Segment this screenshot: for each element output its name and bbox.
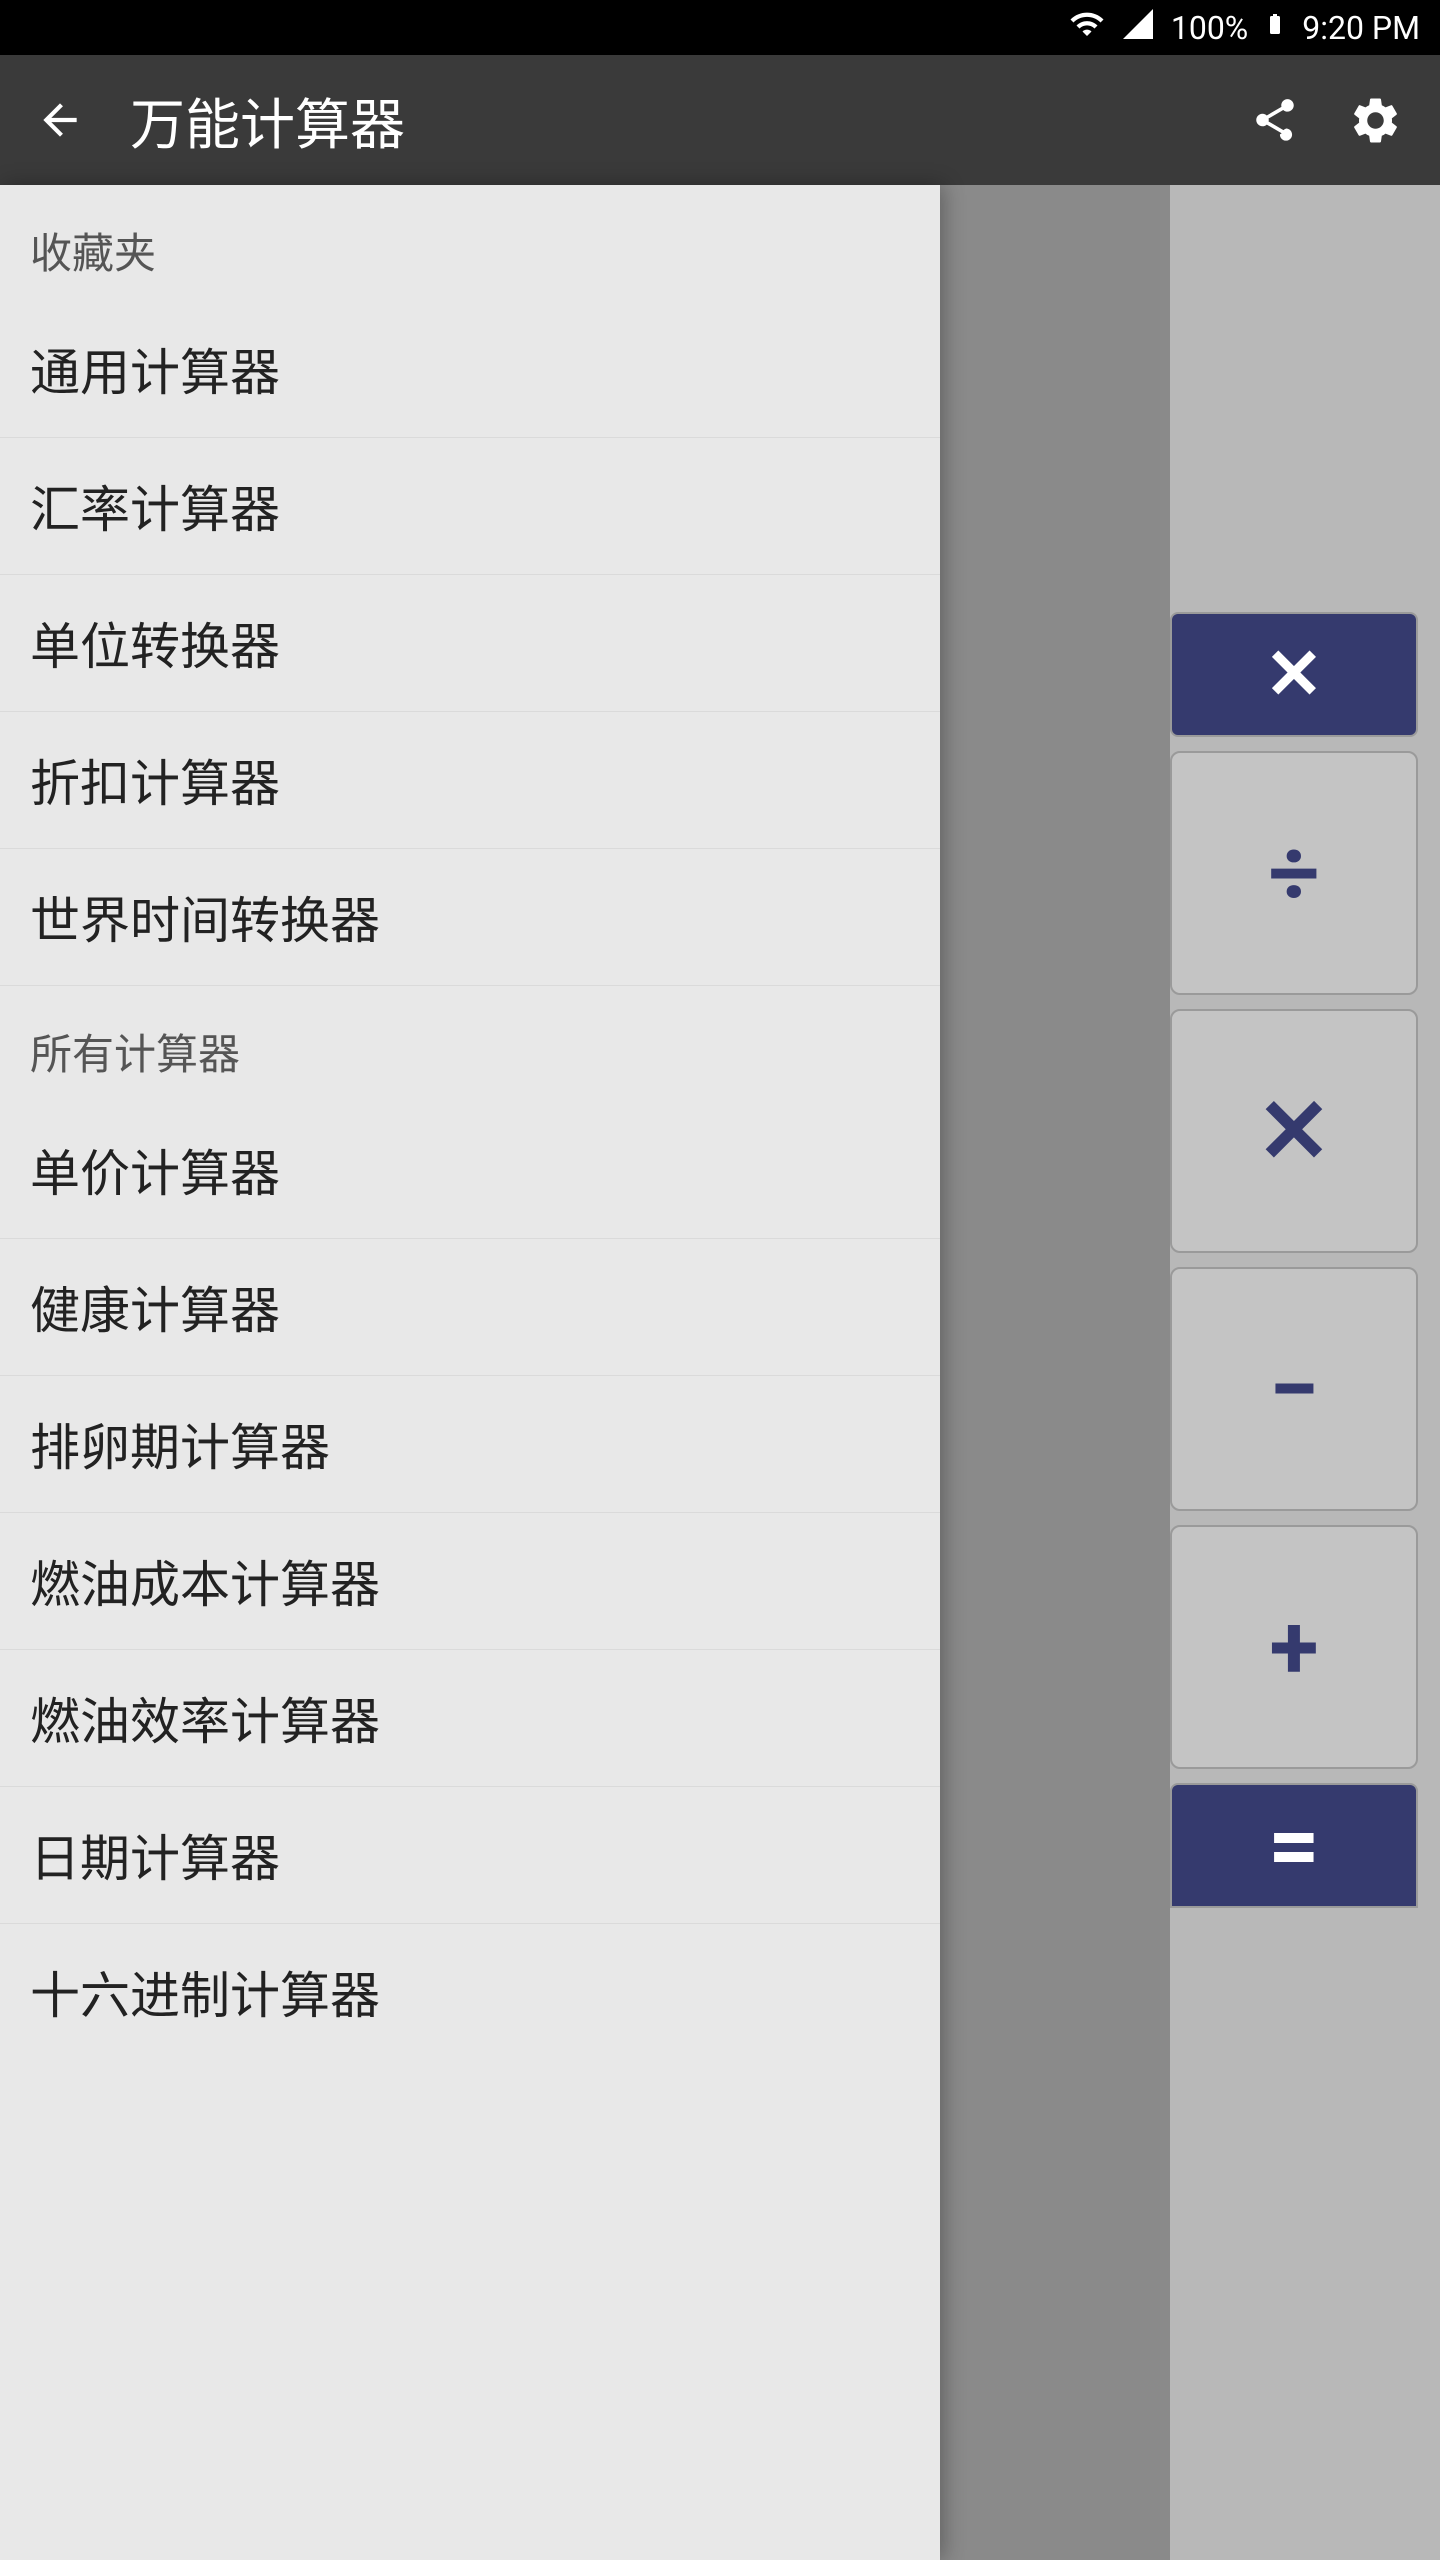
- drawer-item-discount-calc[interactable]: 折扣计算器: [0, 712, 940, 849]
- drawer-item-unit-converter[interactable]: 单位转换器: [0, 575, 940, 712]
- drawer-item-exchange-calc[interactable]: 汇率计算器: [0, 438, 940, 575]
- calc-multiply-button[interactable]: ✕: [1170, 1009, 1418, 1253]
- drawer-item-world-time[interactable]: 世界时间转换器: [0, 849, 940, 986]
- calc-clear-x-button[interactable]: ✕: [1170, 612, 1418, 737]
- drawer-item-ovulation-calc[interactable]: 排卵期计算器: [0, 1376, 940, 1513]
- share-button[interactable]: [1240, 85, 1310, 155]
- battery-icon: [1263, 6, 1287, 50]
- section-header-all: 所有计算器: [0, 986, 940, 1102]
- drawer-item-fuel-efficiency-calc[interactable]: 燃油效率计算器: [0, 1650, 940, 1787]
- drawer-item-health-calc[interactable]: 健康计算器: [0, 1239, 940, 1376]
- settings-button[interactable]: [1340, 85, 1410, 155]
- signal-icon: [1120, 6, 1156, 50]
- status-bar: 100% 9:20 PM: [0, 0, 1440, 55]
- drawer-item-general-calc[interactable]: 通用计算器: [0, 301, 940, 438]
- calc-divide-button[interactable]: ÷: [1170, 751, 1418, 995]
- wifi-icon: [1069, 6, 1105, 50]
- navigation-drawer: 收藏夹 通用计算器 汇率计算器 单位转换器 折扣计算器 世界时间转换器 所有计算…: [0, 185, 940, 2560]
- drawer-item-date-calc[interactable]: 日期计算器: [0, 1787, 940, 1924]
- calculator-background: ✕ ÷ ✕ − + =: [1170, 185, 1440, 2560]
- calc-equals-button[interactable]: =: [1170, 1783, 1418, 1908]
- app-title: 万能计算器: [130, 80, 1210, 160]
- calc-plus-button[interactable]: +: [1170, 1525, 1418, 1769]
- clock-time: 9:20 PM: [1302, 9, 1420, 47]
- back-button[interactable]: [30, 90, 90, 150]
- drawer-item-hex-calc[interactable]: 十六进制计算器: [0, 1924, 940, 2060]
- calc-minus-button[interactable]: −: [1170, 1267, 1418, 1511]
- battery-percent: 100%: [1171, 9, 1248, 47]
- drawer-item-fuel-cost-calc[interactable]: 燃油成本计算器: [0, 1513, 940, 1650]
- drawer-item-unit-price-calc[interactable]: 单价计算器: [0, 1102, 940, 1239]
- app-bar: 万能计算器: [0, 55, 1440, 185]
- section-header-favorites: 收藏夹: [0, 185, 940, 301]
